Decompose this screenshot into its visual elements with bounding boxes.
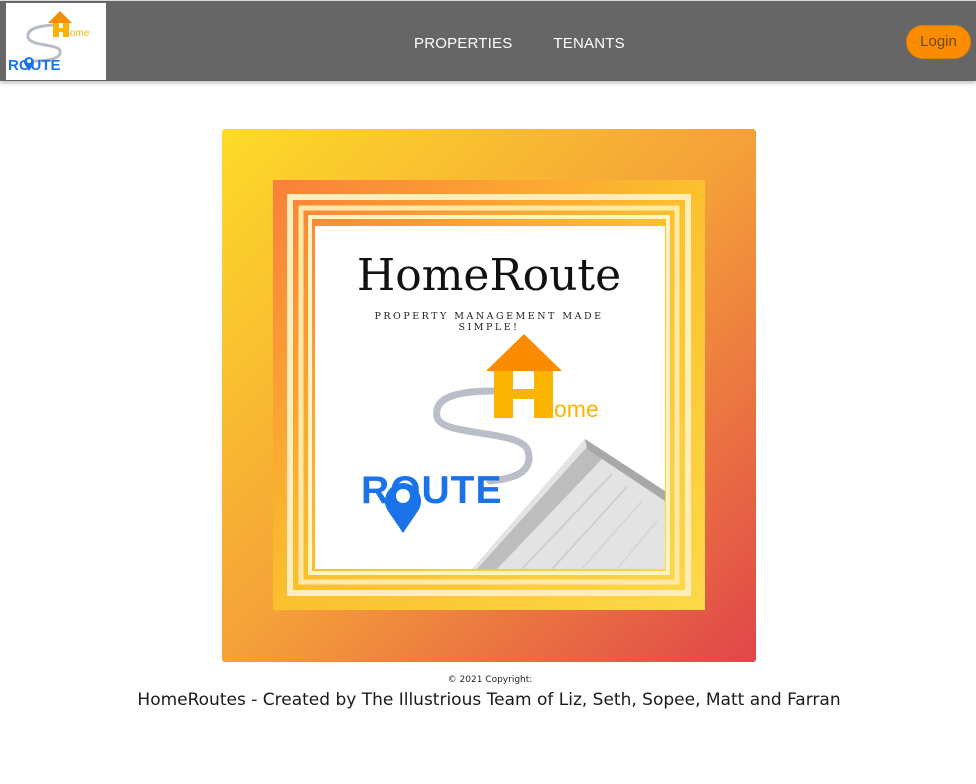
hero-graphic: ome ROUTE HomeRoute PROPERTY MANAGEMENT … bbox=[222, 129, 756, 662]
nav-link-tenants[interactable]: TENANTS bbox=[553, 35, 624, 52]
homeroute-logo-icon: ome ROUTE bbox=[8, 11, 90, 74]
logo-route-text: ROUTE bbox=[8, 57, 61, 74]
nav-links: PROPERTIES TENANTS bbox=[414, 35, 625, 52]
copyright-text: © 2021 Copyright: bbox=[447, 675, 533, 685]
hero-logo-route-text: ROUTE bbox=[361, 469, 503, 512]
credits-text: HomeRoutes - Created by The Illustrious … bbox=[137, 690, 841, 710]
login-button[interactable]: Login bbox=[906, 25, 971, 59]
logo-ome-text: ome bbox=[70, 28, 90, 39]
nav-link-properties[interactable]: PROPERTIES bbox=[414, 35, 512, 52]
nav-logo[interactable]: ome ROUTE bbox=[6, 3, 106, 80]
hero-tagline-line1: PROPERTY MANAGEMENT MADE bbox=[374, 311, 603, 322]
navbar: ome ROUTE PROPERTIES TENANTS Login bbox=[0, 0, 976, 81]
hero-image: ome ROUTE HomeRoute PROPERTY MANAGEMENT … bbox=[222, 129, 756, 662]
hero-logo-ome-text: ome bbox=[554, 396, 599, 422]
hero-tagline-line2: SIMPLE! bbox=[459, 322, 520, 333]
hero-title: HomeRoute bbox=[357, 250, 621, 301]
